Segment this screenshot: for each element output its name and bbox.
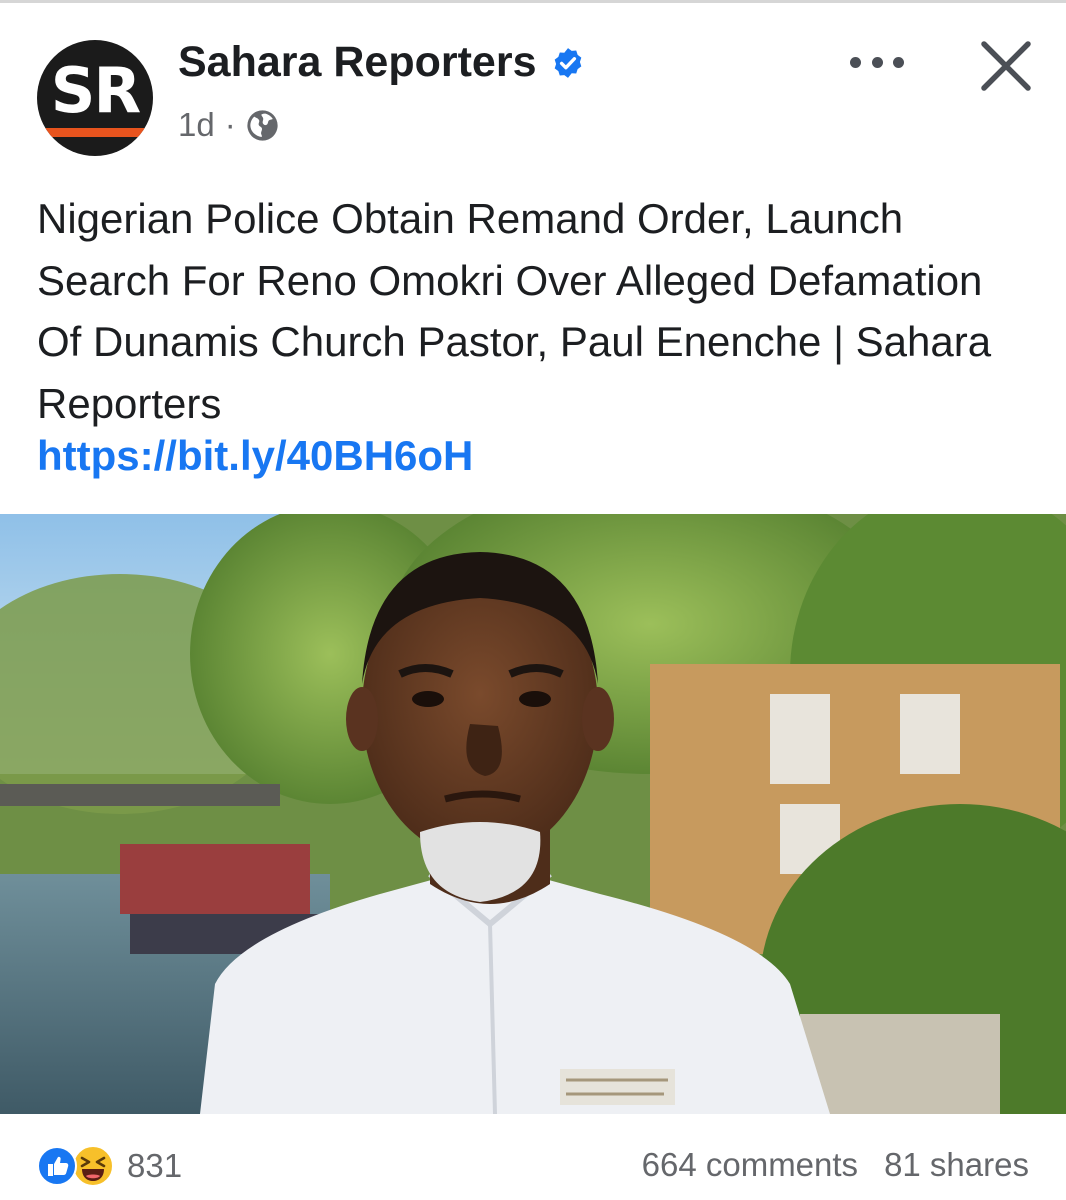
shares-count[interactable]: 81 shares [884, 1146, 1029, 1184]
comments-count[interactable]: 664 comments [642, 1146, 858, 1184]
post-time[interactable]: 1d [178, 106, 215, 144]
globe-icon[interactable] [246, 109, 279, 142]
haha-reaction-icon [72, 1145, 114, 1187]
page-avatar[interactable]: SR [37, 40, 153, 156]
verified-badge-icon [554, 47, 581, 78]
reaction-count: 831 [127, 1147, 183, 1184]
post-link[interactable]: https://bit.ly/40BH6oH [37, 432, 473, 480]
post-meta: 1d · [178, 106, 279, 144]
dot [871, 56, 883, 68]
logo-bar [45, 128, 145, 137]
top-divider [0, 0, 1066, 3]
engagement-stats: 664 comments 81 shares [642, 1146, 1029, 1184]
logo-text: SR [50, 54, 141, 127]
close-icon[interactable] [976, 36, 1036, 96]
like-reaction-icon [37, 1146, 77, 1186]
dot [850, 56, 861, 68]
reaction-summary[interactable]: 831 [37, 1144, 182, 1188]
post-photo[interactable] [0, 514, 1066, 1114]
dot [893, 56, 904, 68]
meta-separator: · [224, 106, 236, 143]
post-text: Nigerian Police Obtain Remand Order, Lau… [37, 195, 992, 427]
photo-illustration [0, 514, 1066, 1114]
page-name-link[interactable]: Sahara Reporters [178, 38, 585, 87]
more-options-icon[interactable] [846, 40, 908, 84]
page-name: Sahara Reporters [178, 38, 537, 86]
